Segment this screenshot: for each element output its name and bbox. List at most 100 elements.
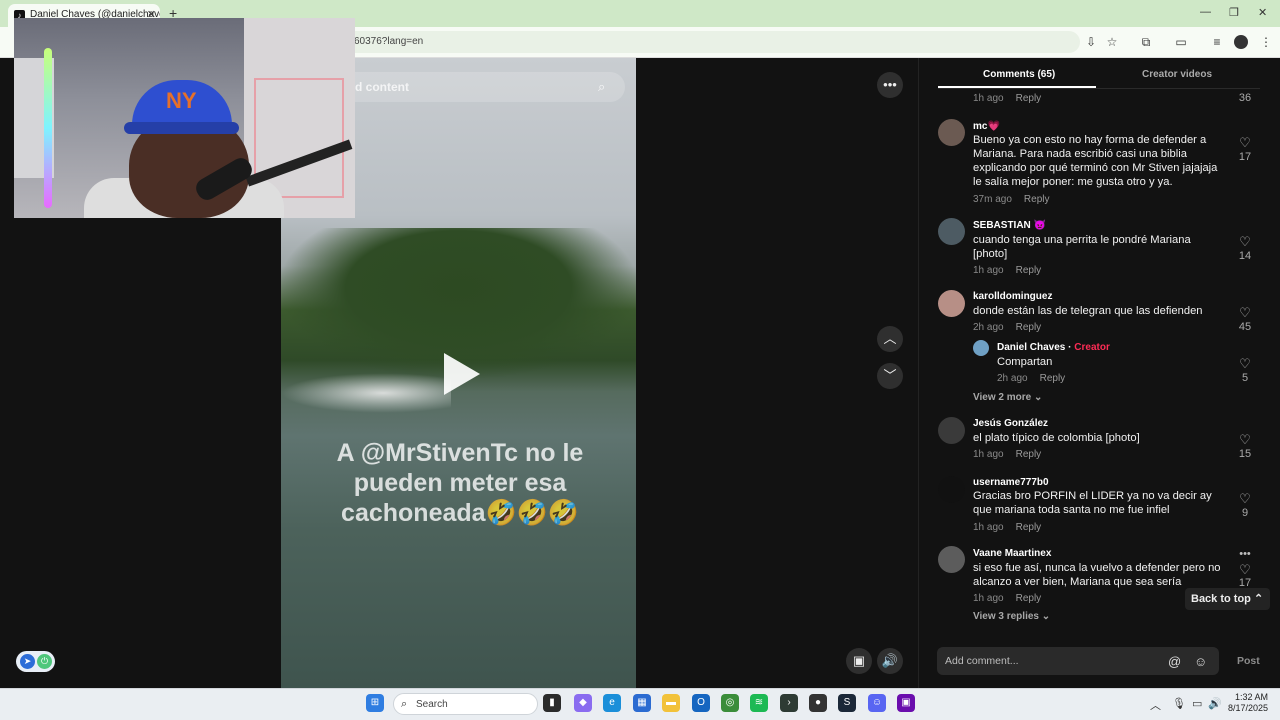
restore-icon[interactable]: ❐ bbox=[1229, 6, 1239, 19]
view-more-replies[interactable]: View 2 more ⌄ bbox=[973, 392, 1042, 403]
comment-text: cuando tenga una perrita le pondré Maria… bbox=[973, 234, 1191, 260]
reply-link[interactable]: Reply bbox=[1016, 322, 1042, 333]
spotify-icon[interactable]: ≋ bbox=[750, 694, 768, 712]
outlook-icon[interactable]: O bbox=[692, 694, 710, 712]
avatar[interactable] bbox=[938, 417, 965, 444]
chevron-down-icon[interactable]: ﹀ bbox=[877, 363, 903, 389]
more-options-icon[interactable]: ••• bbox=[877, 72, 903, 98]
comment-text: si eso fue así, nunca la vuelvo a defend… bbox=[973, 562, 1221, 588]
heart-icon[interactable]: ♡ bbox=[1238, 136, 1252, 149]
url-text: 60376?lang=en bbox=[354, 36, 424, 47]
reply-link[interactable]: Reply bbox=[1016, 593, 1042, 604]
extension-pill[interactable]: ➤ ⏻ bbox=[16, 651, 55, 672]
heart-icon[interactable]: ♡ bbox=[1238, 306, 1252, 319]
back-to-top-button[interactable]: Back to top ⌃ bbox=[1185, 588, 1270, 610]
comment-username[interactable]: SEBASTIAN 👿 bbox=[973, 220, 1046, 231]
search-icon[interactable]: ⌕ bbox=[598, 79, 614, 95]
like-count: 17 bbox=[1238, 577, 1252, 587]
bookmark-star-icon[interactable]: ☆ bbox=[1104, 34, 1120, 50]
app-icon[interactable]: ● bbox=[809, 694, 827, 712]
reply-link[interactable]: Reply bbox=[1016, 93, 1042, 104]
reply-link[interactable]: Reply bbox=[1016, 449, 1042, 460]
avatar[interactable] bbox=[973, 340, 989, 356]
comment-meta: 1h ago Reply bbox=[973, 449, 1041, 460]
chrome-icon[interactable]: ◎ bbox=[721, 694, 739, 712]
avatar[interactable] bbox=[938, 290, 965, 317]
comment-username[interactable]: mc💗 bbox=[973, 121, 1000, 132]
heart-icon[interactable]: ♡ bbox=[1238, 357, 1252, 370]
discord-icon[interactable]: ☺ bbox=[868, 694, 886, 712]
comment-time: 1h ago bbox=[973, 93, 1004, 104]
copilot-icon[interactable]: ◆ bbox=[574, 694, 592, 712]
comment-username[interactable]: karolldominguez bbox=[973, 291, 1052, 302]
heart-icon[interactable]: ♡ bbox=[1238, 492, 1252, 505]
more-menu-icon[interactable]: ⋮ bbox=[1258, 34, 1274, 50]
comment-time: 37m ago bbox=[973, 194, 1012, 205]
avatar[interactable] bbox=[938, 476, 965, 503]
profile-avatar[interactable] bbox=[1234, 35, 1248, 49]
edge-icon[interactable]: e bbox=[603, 694, 621, 712]
comment-username[interactable]: Jesús González bbox=[973, 418, 1048, 429]
cap-logo: NY bbox=[166, 88, 197, 113]
mention-icon[interactable]: @ bbox=[1168, 654, 1181, 669]
avatar[interactable] bbox=[938, 119, 965, 146]
comment-meta: 1h ago Reply bbox=[973, 593, 1041, 604]
comment-meta: 1h ago Reply bbox=[973, 522, 1041, 533]
active-tab-indicator bbox=[938, 86, 1096, 88]
avatar[interactable] bbox=[938, 546, 965, 573]
tab-creator-videos[interactable]: Creator videos bbox=[1142, 69, 1212, 80]
reply-username[interactable]: Daniel Chaves · Creator bbox=[997, 342, 1110, 353]
reply-time: 2h ago bbox=[997, 373, 1028, 384]
pip-icon[interactable]: ▣ bbox=[846, 648, 872, 674]
reply-link[interactable]: Reply bbox=[1024, 194, 1050, 205]
store-icon[interactable]: ▦ bbox=[633, 694, 651, 712]
view-replies[interactable]: View 3 replies ⌄ bbox=[973, 611, 1050, 622]
heart-icon[interactable]: ♡ bbox=[1238, 235, 1252, 248]
like-count: 36 bbox=[1238, 92, 1252, 104]
comment-time: 1h ago bbox=[973, 265, 1004, 276]
extensions-icon[interactable]: ⧉ bbox=[1138, 34, 1154, 50]
cast-icon[interactable]: ▭ bbox=[1173, 34, 1189, 50]
display-icon[interactable]: ▭ bbox=[1192, 697, 1202, 710]
chevron-up-icon[interactable]: ︿ bbox=[877, 326, 903, 352]
taskbar-search[interactable]: ⌕ Search bbox=[393, 693, 538, 715]
emoji-icon[interactable]: ☺ bbox=[1194, 654, 1207, 669]
reading-list-icon[interactable]: ≡ bbox=[1209, 34, 1225, 50]
install-app-icon[interactable]: ⇩ bbox=[1083, 34, 1099, 50]
file-explorer-icon[interactable]: ▬ bbox=[662, 694, 680, 712]
chevron-down-icon: ⌄ bbox=[1041, 611, 1051, 622]
reply-link[interactable]: Reply bbox=[1040, 373, 1066, 384]
reply-link[interactable]: Reply bbox=[1016, 265, 1042, 276]
taskbar-search-label: Search bbox=[416, 699, 448, 710]
terminal-icon[interactable]: › bbox=[780, 694, 798, 712]
microphone-icon[interactable]: 🎙 bbox=[1172, 697, 1186, 710]
app-icon[interactable]: ▣ bbox=[897, 694, 915, 712]
volume-icon[interactable]: 🔊 bbox=[1208, 697, 1222, 710]
close-window-icon[interactable]: ✕ bbox=[1258, 6, 1267, 19]
task-view-icon[interactable]: ▮ bbox=[543, 694, 561, 712]
minimize-icon[interactable]: — bbox=[1200, 6, 1211, 18]
post-button[interactable]: Post bbox=[1237, 655, 1260, 667]
heart-icon[interactable]: ♡ bbox=[1238, 563, 1252, 576]
taskbar-clock[interactable]: 1:32 AM 8/17/2025 bbox=[1226, 692, 1268, 714]
volume-icon[interactable]: 🔊 bbox=[877, 648, 903, 674]
like-count: 9 bbox=[1241, 507, 1249, 519]
reply-meta: 2h ago Reply bbox=[997, 373, 1065, 384]
tab-comments[interactable]: Comments (65) bbox=[983, 69, 1055, 80]
steam-icon[interactable]: S bbox=[838, 694, 856, 712]
cam-cap-bill bbox=[124, 122, 239, 134]
view-more-label: View 2 more bbox=[973, 392, 1032, 403]
chevron-up-icon[interactable]: ︿ bbox=[1150, 697, 1161, 713]
heart-icon[interactable]: ♡ bbox=[1238, 433, 1252, 446]
windows-start-icon[interactable]: ⊞ bbox=[366, 694, 384, 712]
comment-time: 1h ago bbox=[973, 449, 1004, 460]
comment-username[interactable]: username777b0 bbox=[973, 477, 1049, 488]
play-icon[interactable] bbox=[444, 353, 480, 395]
reply-link[interactable]: Reply bbox=[1016, 522, 1042, 533]
address-bar[interactable]: 60376?lang=en bbox=[340, 31, 1080, 53]
comment-username[interactable]: Vaane Maartinex bbox=[973, 548, 1051, 559]
avatar[interactable] bbox=[938, 218, 965, 245]
clock-time: 1:32 AM bbox=[1234, 692, 1268, 702]
comment-text: el plato típico de colombia [photo] bbox=[973, 432, 1140, 444]
more-options-icon[interactable]: ••• bbox=[1238, 548, 1252, 561]
